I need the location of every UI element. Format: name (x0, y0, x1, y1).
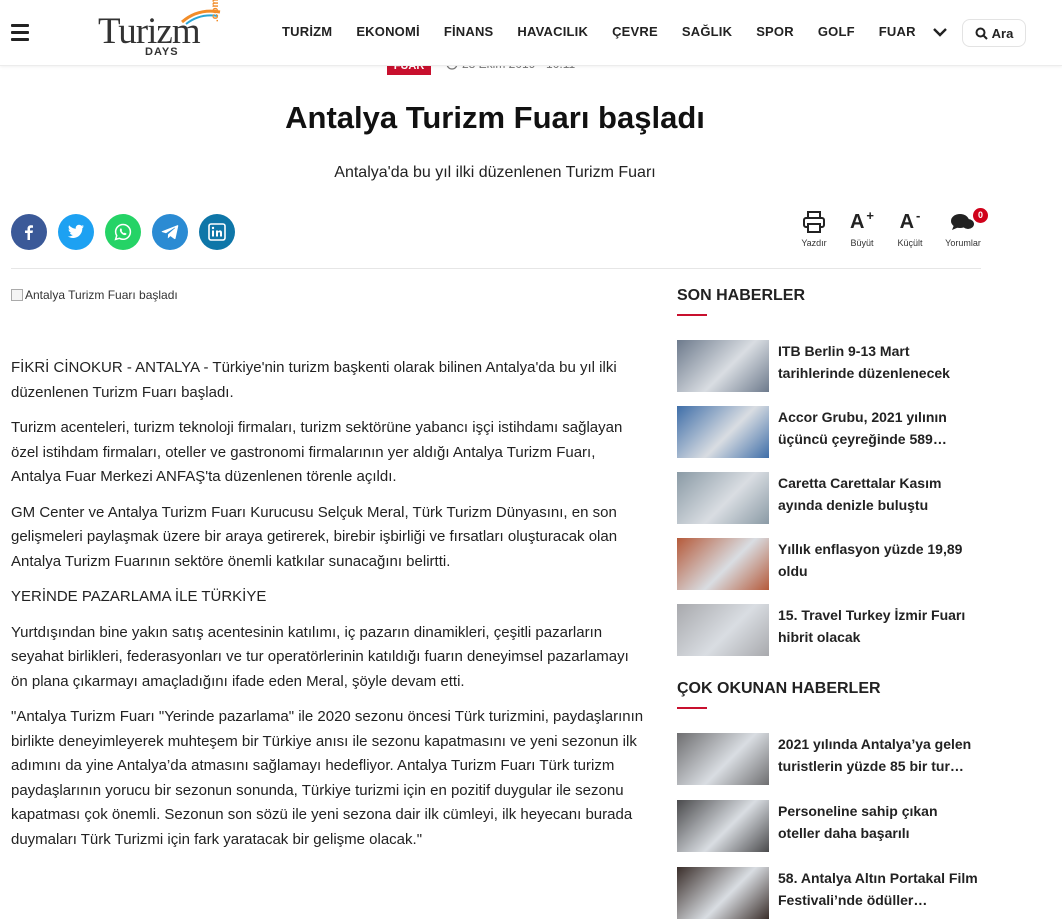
news-thumbnail (677, 538, 769, 590)
article-paragraph: "Antalya Turizm Fuarı "Yerinde pazarlama… (11, 708, 644, 848)
image-alt-text: Antalya Turizm Fuarı başladı (25, 288, 178, 302)
news-title: Accor Grubu, 2021 yılının üçüncü çeyreği… (778, 409, 947, 447)
nav-item-havacilik[interactable]: HAVACILIK (517, 24, 588, 39)
font-decrease-icon: A- (899, 207, 921, 234)
article-subtitle: Antalya'da bu yıl ilki düzenlenen Turizm… (334, 164, 656, 181)
news-title: 2021 yılında Antalya’ya gelen turistleri… (778, 736, 972, 774)
main-nav: TURİZM EKONOMİ FİNANS HAVACILIK ÇEVRE SA… (282, 24, 940, 39)
nav-item-finans[interactable]: FİNANS (444, 24, 494, 39)
news-title: Caretta Carettalar Kasım ayında denizle … (778, 475, 942, 513)
shrink-label: Küçült (897, 238, 923, 248)
comments-label: Yorumlar (945, 238, 981, 248)
site-logo[interactable]: Turizm DAYS .com (98, 0, 223, 60)
article-paragraph: Turizm acenteleri, turizm teknoloji firm… (11, 419, 623, 485)
broken-image-icon (11, 289, 23, 301)
article-title: Antalya Turizm Fuarı başladı (285, 100, 705, 135)
news-title: ITB Berlin 9-13 Mart tarihlerinde düzenl… (778, 343, 950, 381)
article-paragraph: Yurtdışından bine yakın satış acentesini… (11, 623, 629, 690)
news-title: 58. Antalya Altın Portakal Film Festival… (778, 870, 978, 908)
logo-domain: .com (210, 0, 221, 22)
news-title: 15. Travel Turkey İzmir Fuarı hibrit ola… (778, 607, 966, 645)
article-tools: Yazdır A + Büyüt A- Küçült 0 Yorumlar (790, 208, 992, 248)
news-thumbnail (677, 867, 769, 919)
whatsapp-icon (114, 223, 132, 241)
linkedin-icon (208, 223, 226, 241)
news-thumbnail (677, 733, 769, 785)
news-title: Yıllık enflasyon yüzde 19,89 oldu (778, 541, 963, 579)
comments-button[interactable]: 0 Yorumlar (934, 208, 992, 248)
share-whatsapp-button[interactable] (105, 214, 141, 250)
latest-news-item[interactable]: Yıllık enflasyon yüzde 19,89 oldu (677, 538, 982, 590)
font-letter: A (899, 210, 915, 233)
font-increase-icon: A + (849, 207, 875, 234)
print-label: Yazdır (801, 238, 827, 248)
latest-news-item[interactable]: 15. Travel Turkey İzmir Fuarı hibrit ola… (677, 604, 982, 656)
share-linkedin-button[interactable] (199, 214, 235, 250)
share-telegram-button[interactable] (152, 214, 188, 250)
section-divider (11, 268, 981, 269)
chevron-down-icon[interactable] (932, 24, 948, 40)
search-icon (975, 27, 988, 40)
menu-icon[interactable] (11, 24, 29, 41)
nav-item-turizm[interactable]: TURİZM (282, 24, 332, 39)
news-thumbnail (677, 472, 769, 524)
nav-item-spor[interactable]: SPOR (756, 24, 794, 39)
search-label: Ara (991, 25, 1014, 41)
latest-news-item[interactable]: ITB Berlin 9-13 Mart tarihlerinde düzenl… (677, 340, 982, 392)
article-subheading: YERİNDE PAZARLAMA İLE TÜRKİYE (11, 588, 267, 605)
article-image: Antalya Turizm Fuarı başladı (11, 288, 178, 302)
news-title: Personeline sahip çıkan oteller daha baş… (778, 803, 938, 841)
enlarge-label: Büyüt (850, 238, 874, 248)
comment-count-badge: 0 (973, 208, 988, 223)
article-paragraph: GM Center ve Antalya Turizm Fuarı Kurucu… (11, 503, 618, 570)
popular-news-item[interactable]: 58. Antalya Altın Portakal Film Festival… (677, 867, 982, 919)
telegram-icon (161, 225, 179, 240)
heading-underline (677, 314, 707, 316)
share-twitter-button[interactable] (58, 214, 94, 250)
twitter-icon (67, 224, 84, 238)
share-facebook-button[interactable] (11, 214, 47, 250)
site-header: Turizm DAYS .com TURİZM EKONOMİ FİNANS H… (0, 0, 1062, 66)
news-thumbnail (677, 406, 769, 458)
print-button[interactable]: Yazdır (790, 208, 838, 248)
shrink-font-button[interactable]: A- Küçült (886, 207, 934, 249)
search-button[interactable]: Ara (962, 19, 1026, 47)
news-thumbnail (677, 800, 769, 852)
nav-item-fuar[interactable]: FUAR (879, 24, 916, 39)
nav-item-saglik[interactable]: SAĞLIK (682, 24, 732, 39)
logo-subtext: DAYS (145, 46, 179, 58)
latest-news-item[interactable]: Caretta Carettalar Kasım ayında denizle … (677, 472, 982, 524)
popular-news-item[interactable]: Personeline sahip çıkan oteller daha baş… (677, 800, 982, 852)
nav-item-ekonomi[interactable]: EKONOMİ (356, 24, 420, 39)
enlarge-font-button[interactable]: A + Büyüt (838, 207, 886, 249)
nav-item-cevre[interactable]: ÇEVRE (612, 24, 658, 39)
latest-news-item[interactable]: Accor Grubu, 2021 yılının üçüncü çeyreği… (677, 406, 982, 458)
news-thumbnail (677, 340, 769, 392)
heading-underline (677, 707, 707, 709)
popular-news-item[interactable]: 2021 yılında Antalya’ya gelen turistleri… (677, 733, 982, 785)
minus-sign: - (916, 207, 921, 223)
latest-news-heading: SON HABERLER (677, 287, 806, 304)
news-thumbnail (677, 604, 769, 656)
font-letter: A (849, 210, 865, 233)
article-paragraph: FİKRİ CİNOKUR - ANTALYA - Türkiye'nin tu… (11, 359, 617, 401)
share-bar (11, 214, 246, 250)
plus-sign: + (866, 207, 875, 223)
facebook-icon (25, 225, 33, 240)
article-body: FİKRİ CİNOKUR - ANTALYA - Türkiye'nin tu… (11, 356, 646, 863)
popular-news-heading: ÇOK OKUNAN HABERLER (677, 680, 881, 697)
nav-item-golf[interactable]: GOLF (818, 24, 855, 39)
printer-icon (803, 211, 825, 233)
